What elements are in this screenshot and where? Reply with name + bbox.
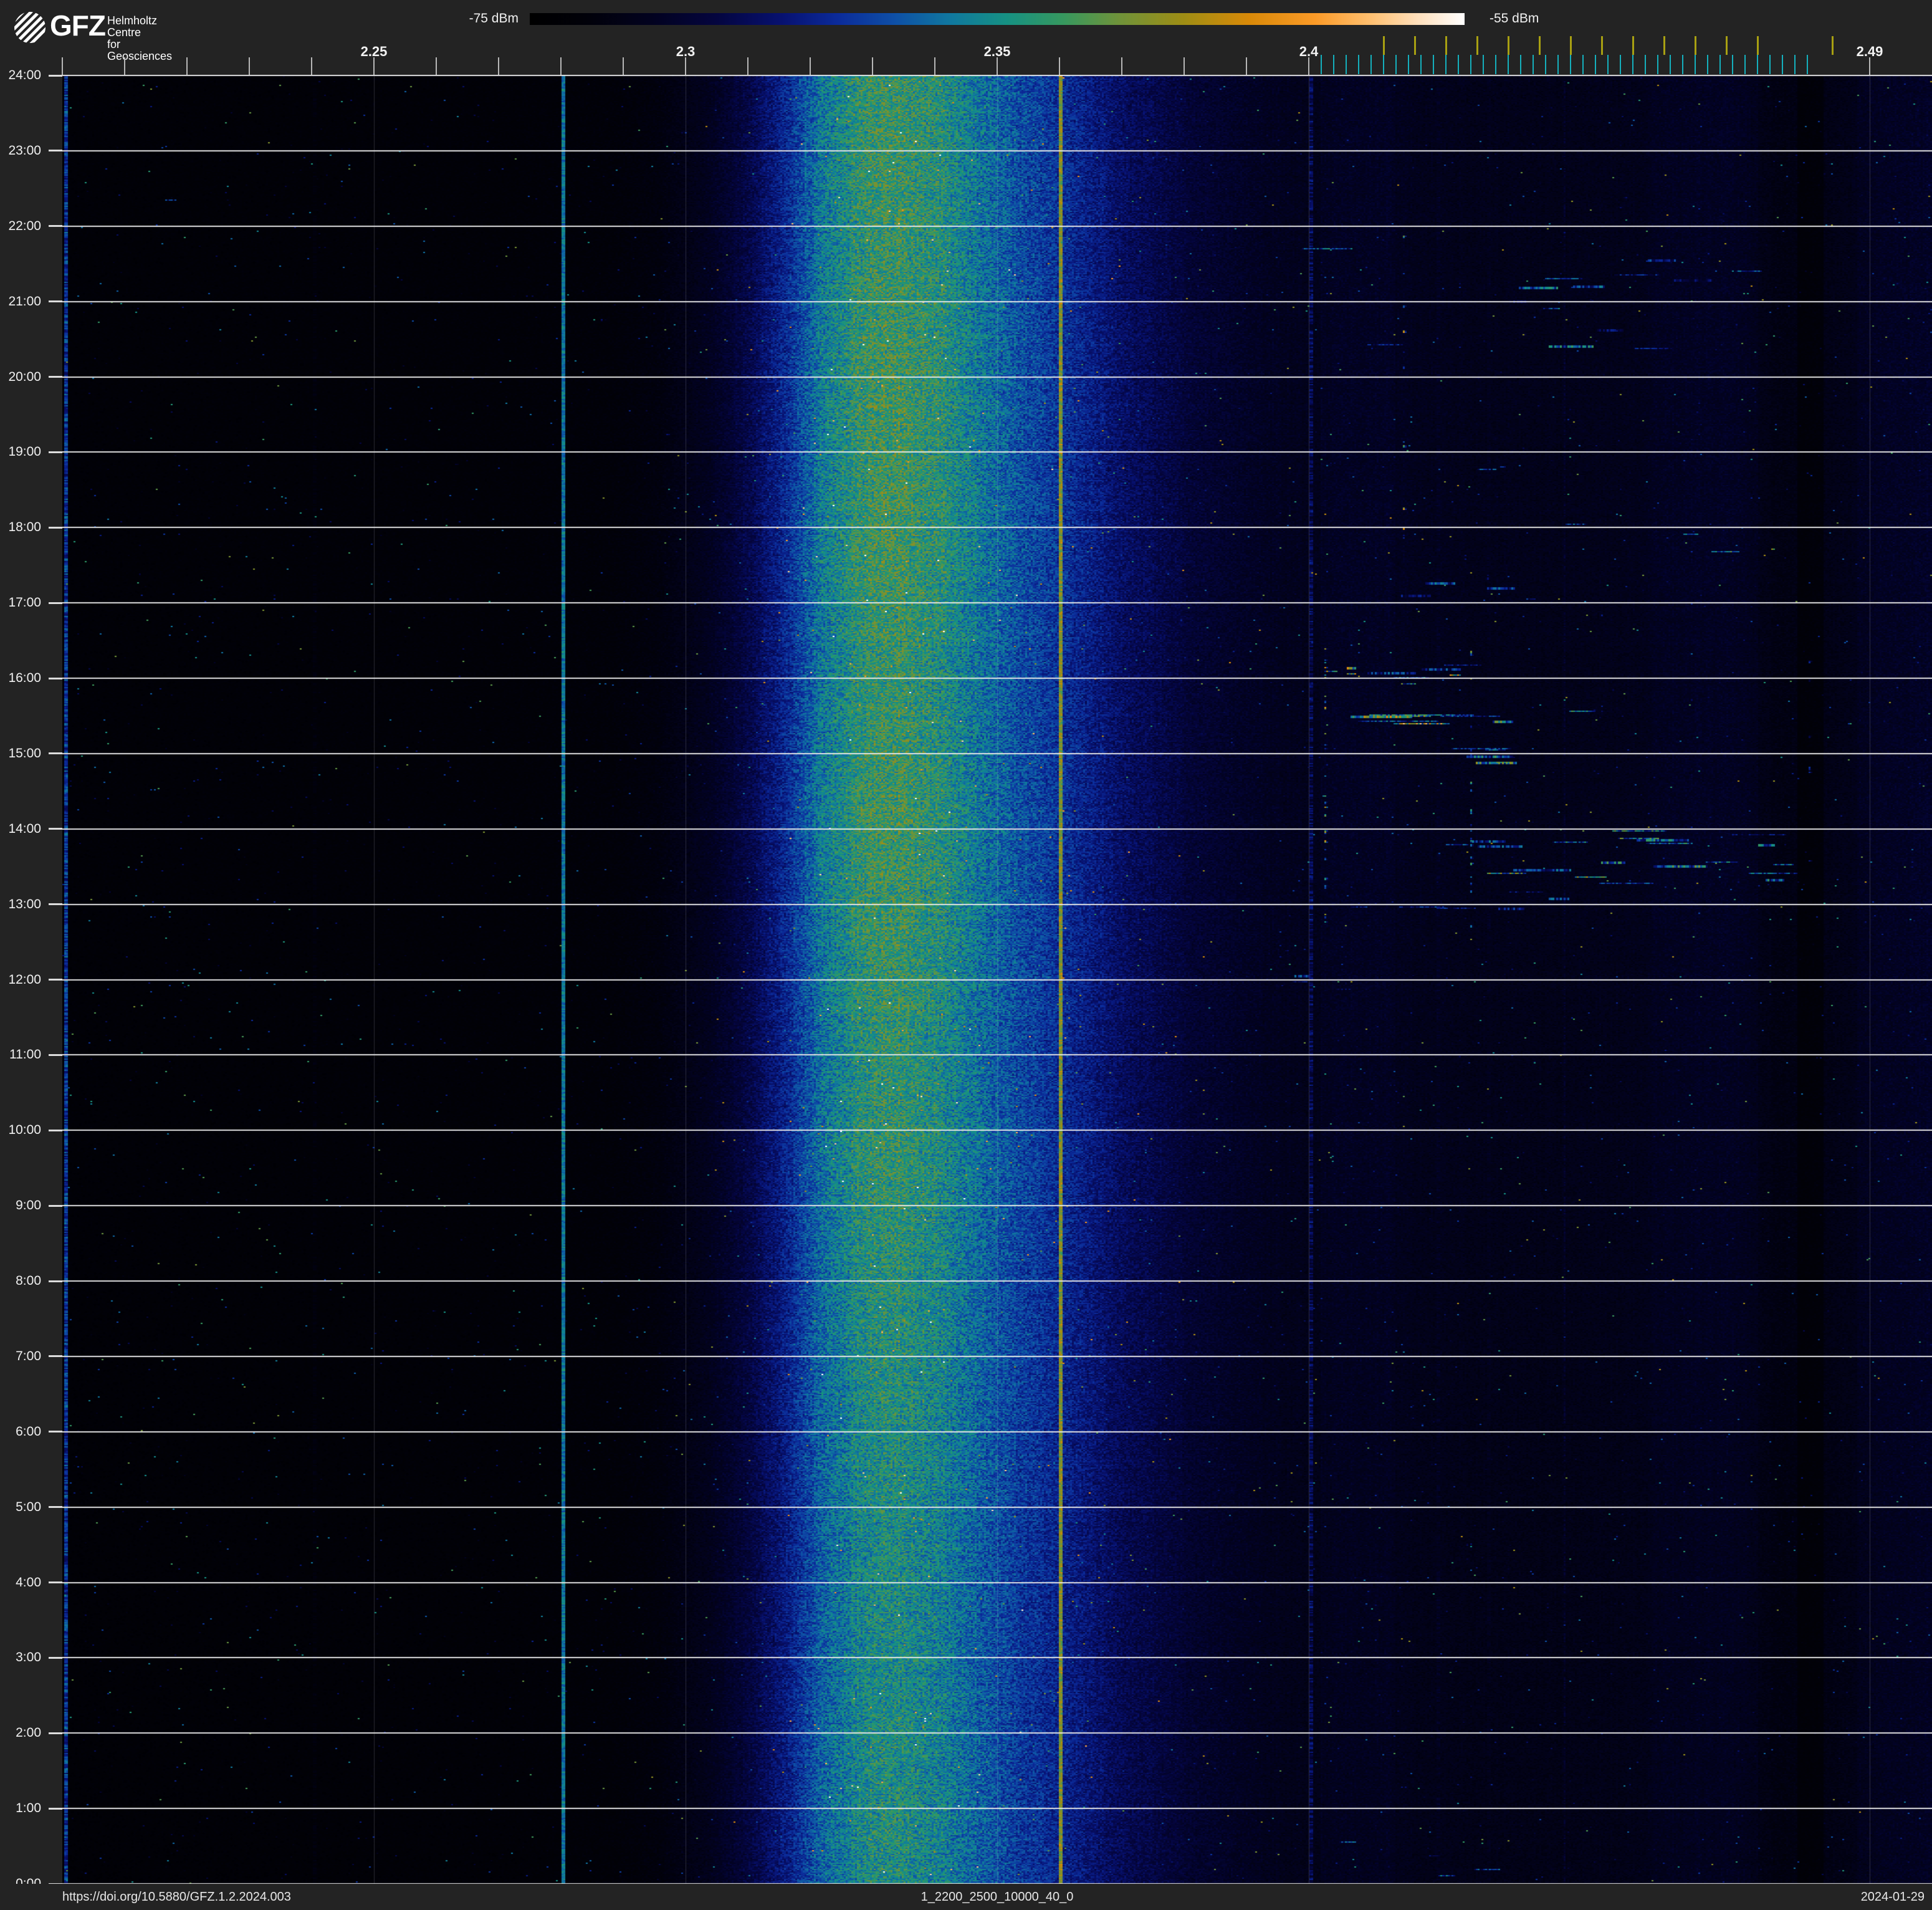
logo-tagline-line1: Helmholtz Centre: [107, 14, 158, 39]
time-tick-label: 17:00: [8, 595, 41, 610]
time-tick: [49, 1506, 62, 1509]
time-tick-label: 20:00: [8, 369, 41, 384]
time-tick-label: 22:00: [8, 218, 41, 233]
time-tick: [49, 602, 62, 604]
time-tick-label: 7:00: [16, 1348, 41, 1363]
time-tick-label: 5:00: [16, 1499, 41, 1514]
time-tick: [49, 1807, 62, 1810]
time-tick-label: 3:00: [16, 1650, 41, 1665]
time-tick-label: 10:00: [8, 1123, 41, 1138]
colorbar-max-label: -55 dBm: [1490, 11, 1539, 26]
footer-bar: https://doi.org/10.5880/GFZ.1.2.2024.003…: [0, 1884, 1932, 1910]
time-tick-label: 6:00: [16, 1424, 41, 1439]
time-tick: [49, 150, 62, 152]
spectrogram-canvas: [62, 75, 1932, 1884]
time-tick-label: 12:00: [8, 972, 41, 987]
time-tick-label: 2:00: [16, 1725, 41, 1740]
time-tick: [49, 828, 62, 830]
time-tick-label: 18:00: [8, 520, 41, 535]
time-tick: [49, 1732, 62, 1734]
time-tick-label: 16:00: [8, 671, 41, 685]
time-tick: [49, 300, 62, 303]
time-tick: [49, 1053, 62, 1056]
colorbar-min-label: -75 dBm: [469, 11, 519, 26]
time-tick: [49, 1204, 62, 1207]
header-bar: GFZ Helmholtz Centre for Geosciences -75…: [0, 0, 1932, 75]
logo-tagline: Helmholtz Centre for Geosciences: [107, 15, 172, 62]
time-tick: [49, 1581, 62, 1583]
time-tick-label: 15:00: [8, 746, 41, 761]
time-tick: [49, 1355, 62, 1358]
time-tick: [49, 1280, 62, 1282]
time-tick: [49, 526, 62, 529]
logo-tagline-line2: for Geosciences: [107, 38, 173, 62]
time-tick: [49, 1129, 62, 1131]
time-tick-label: 11:00: [9, 1047, 41, 1062]
time-tick: [49, 225, 62, 228]
gfz-logo: GFZ Helmholtz Centre for Geosciences: [14, 9, 172, 62]
logo-acronym: GFZ: [50, 9, 106, 42]
dataset-id: 1_2200_2500_10000_40_0: [921, 1890, 1074, 1904]
power-colorbar: [530, 13, 1465, 25]
time-tick-label: 19:00: [8, 444, 41, 459]
time-tick-label: 23:00: [8, 143, 41, 158]
time-tick-label: 9:00: [16, 1198, 41, 1213]
time-tick-label: 1:00: [16, 1801, 41, 1816]
time-tick: [49, 903, 62, 906]
time-tick: [49, 677, 62, 679]
time-tick-label: 4:00: [16, 1575, 41, 1590]
date-label: 2024-01-29: [1860, 1890, 1925, 1904]
time-tick-label: 13:00: [8, 896, 41, 911]
time-tick-label: 8:00: [16, 1274, 41, 1288]
time-tick: [49, 376, 62, 378]
time-tick: [49, 451, 62, 453]
time-tick-label: 21:00: [8, 294, 41, 309]
time-tick-label: 14:00: [8, 821, 41, 836]
time-tick: [49, 979, 62, 981]
spectrogram-page: GFZ Helmholtz Centre for Geosciences -75…: [0, 0, 1932, 1910]
time-tick: [49, 752, 62, 755]
gfz-logo-globe-icon: [14, 12, 45, 43]
time-tick: [49, 1431, 62, 1433]
time-tick: [49, 1656, 62, 1659]
